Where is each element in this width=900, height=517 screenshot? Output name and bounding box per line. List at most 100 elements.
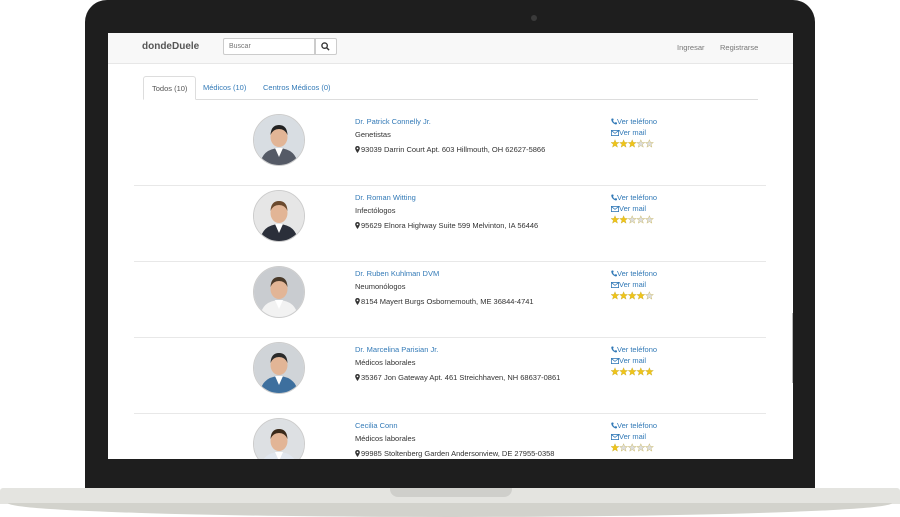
doctor-row: Dr. Ruben Kuhlman DVM Neumonólogos 8154 … [134, 261, 766, 338]
view-mail-label: Ver mail [619, 280, 647, 289]
avatar [253, 418, 305, 459]
view-phone-label: Ver teléfono [617, 345, 658, 354]
laptop-base-bottom [8, 503, 892, 517]
star-icon [611, 291, 620, 300]
rating-stars [611, 443, 655, 452]
star-icon [627, 291, 637, 300]
view-mail-label: Ver mail [619, 432, 647, 441]
envelope-icon [611, 130, 619, 136]
rating-stars [611, 139, 655, 148]
doctor-row: Dr. Roman Witting Infectólogos 95629 Eln… [134, 185, 766, 262]
view-mail-link[interactable]: Ver mail [611, 128, 646, 137]
view-mail-link[interactable]: Ver mail [611, 356, 646, 365]
envelope-icon [611, 282, 619, 288]
doctor-specialty: Genetistas [355, 130, 391, 139]
star-icon [627, 367, 637, 376]
star-icon [627, 215, 637, 224]
view-phone-link[interactable]: Ver teléfono [611, 345, 657, 354]
star-icon [636, 443, 646, 452]
doctor-specialty: Médicos laborales [355, 358, 416, 367]
avatar [253, 114, 305, 166]
view-mail-link[interactable]: Ver mail [611, 204, 646, 213]
star-icon [644, 139, 654, 148]
brand-logo[interactable]: dondeDuele [142, 41, 199, 52]
view-mail-label: Ver mail [619, 204, 647, 213]
doctor-address-text: 95629 Elnora Highway Suite 599 Melvinton… [361, 221, 539, 230]
doctor-name-link[interactable]: Dr. Patrick Connelly Jr. [355, 117, 431, 126]
rating-stars [611, 367, 655, 376]
rating-stars [611, 291, 655, 300]
star-icon [627, 139, 637, 148]
view-phone-link[interactable]: Ver teléfono [611, 421, 657, 430]
star-icon [619, 139, 629, 148]
map-marker-icon [355, 222, 360, 229]
view-phone-link[interactable]: Ver teléfono [611, 269, 657, 278]
envelope-icon [611, 206, 619, 212]
map-marker-icon [355, 374, 360, 381]
view-mail-link[interactable]: Ver mail [611, 432, 646, 441]
star-icon [619, 291, 629, 300]
doctor-address: 35367 Jon Gateway Apt. 461 Streichhaven,… [355, 373, 560, 382]
doctor-address: 93039 Darrin Court Apt. 603 Hillmouth, O… [355, 145, 545, 154]
doctor-specialty: Infectólogos [355, 206, 396, 215]
star-icon [644, 215, 654, 224]
avatar [253, 266, 305, 318]
view-mail-label: Ver mail [619, 356, 647, 365]
results-tabs: Todos (10) Médicos (10) Centros Médicos … [143, 76, 758, 100]
star-icon [636, 215, 646, 224]
avatar [253, 190, 305, 242]
view-mail-label: Ver mail [619, 128, 647, 137]
search-icon [321, 42, 330, 51]
map-marker-icon [355, 298, 360, 305]
star-icon [619, 443, 629, 452]
map-marker-icon [355, 146, 360, 153]
navbar: dondeDuele Ingresar Registrarse [108, 33, 793, 64]
doctor-address-text: 93039 Darrin Court Apt. 603 Hillmouth, O… [361, 145, 546, 154]
doctor-address-text: 99985 Stoltenberg Garden Andersonview, D… [361, 449, 555, 458]
star-icon [611, 367, 620, 376]
doctor-row: Dr. Marcelina Parisian Jr. Médicos labor… [134, 337, 766, 414]
doctor-row: Cecilia Conn Médicos laborales 99985 Sto… [134, 413, 766, 459]
star-icon [619, 215, 629, 224]
star-icon [619, 367, 629, 376]
star-icon [644, 443, 654, 452]
doctor-name-link[interactable]: Dr. Roman Witting [355, 193, 416, 202]
doctor-address-text: 35367 Jon Gateway Apt. 461 Streichhaven,… [361, 373, 561, 382]
doctor-address: 95629 Elnora Highway Suite 599 Melvinton… [355, 221, 538, 230]
star-icon [636, 367, 646, 376]
login-link[interactable]: Ingresar [677, 43, 705, 52]
doctor-address: 99985 Stoltenberg Garden Andersonview, D… [355, 449, 554, 458]
view-phone-link[interactable]: Ver teléfono [611, 117, 657, 126]
view-phone-label: Ver teléfono [617, 193, 658, 202]
doctor-address-text: 8154 Mayert Burgs Osbornemouth, ME 36844… [361, 297, 534, 306]
browser-screen: dondeDuele Ingresar Registrarse Todos (1… [108, 33, 793, 459]
envelope-icon [611, 358, 619, 364]
view-phone-label: Ver teléfono [617, 421, 658, 430]
register-link[interactable]: Registrarse [720, 43, 758, 52]
star-icon [644, 367, 654, 376]
search-input[interactable] [223, 38, 315, 55]
avatar [253, 342, 305, 394]
view-phone-label: Ver teléfono [617, 269, 658, 278]
doctor-name-link[interactable]: Dr. Marcelina Parisian Jr. [355, 345, 438, 354]
doctor-name-link[interactable]: Dr. Ruben Kuhlman DVM [355, 269, 439, 278]
star-icon [627, 443, 637, 452]
star-icon [644, 291, 654, 300]
star-icon [636, 291, 646, 300]
view-phone-link[interactable]: Ver teléfono [611, 193, 657, 202]
star-icon [611, 443, 620, 452]
search-button[interactable] [315, 38, 337, 55]
tab-all[interactable]: Todos (10) [143, 76, 197, 100]
doctor-name-link[interactable]: Cecilia Conn [355, 421, 398, 430]
star-icon [611, 215, 620, 224]
doctor-address: 8154 Mayert Burgs Osbornemouth, ME 36844… [355, 297, 534, 306]
doctor-specialty: Médicos laborales [355, 434, 416, 443]
scrollbar[interactable] [792, 313, 793, 383]
star-icon [636, 139, 646, 148]
tab-medical-centers[interactable]: Centros Médicos (0) [255, 76, 339, 99]
rating-stars [611, 215, 655, 224]
doctor-specialty: Neumonólogos [355, 282, 406, 291]
star-icon [611, 139, 620, 148]
view-mail-link[interactable]: Ver mail [611, 280, 646, 289]
tab-doctors[interactable]: Médicos (10) [195, 76, 254, 99]
